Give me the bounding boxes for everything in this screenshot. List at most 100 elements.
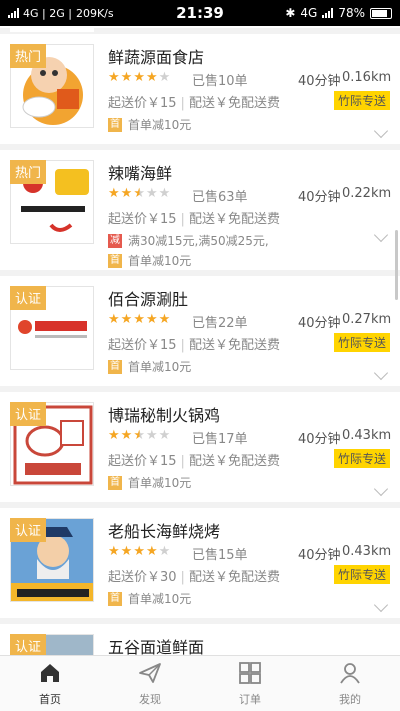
paper-plane-icon [138,661,162,691]
battery-icon [370,7,392,19]
promo-line: 首首单减10元 [108,358,191,375]
divider: | [180,212,185,227]
star-icon: ★ [120,428,134,443]
delivery-time: 40分钟 [298,432,341,447]
scrollbar[interactable] [395,230,398,300]
delivery-fee: 配送￥免配送费 [188,570,280,585]
restaurant-name[interactable]: 佰合源涮肚 [108,286,188,310]
star-icon: ★ [108,544,121,559]
restaurant-name[interactable]: 鲜蔬源面食店 [108,44,204,68]
restaurant-tag: 认证 [10,402,47,426]
promo-icon: 首 [108,117,122,132]
star-icon: ★ [108,428,121,443]
half-star-icon: ★ [133,428,146,443]
restaurant-name[interactable]: 博瑞秘制火锅鸡 [108,402,220,426]
star-empty-icon: ★ [145,186,159,201]
star-empty-icon: ★ [158,428,172,443]
star-icon: ★ [145,312,159,327]
grid-icon [238,661,262,691]
delivery-badge: 竹际专送 [333,333,390,352]
delivery-time: 40分钟 [298,548,341,563]
promo-icon: 首 [108,359,122,374]
min-order: 起送价￥30 [108,570,177,585]
star-empty-icon: ★ [158,544,172,559]
signal-icon-2 [322,8,334,18]
signal-label: 4G [300,6,318,20]
rating-stars: ★★★★★ [108,312,171,327]
restaurant-card[interactable]: 认证 老船长海鲜烧烤 ★★★★★ 已售15单 40分钟 0.43km 起送价￥30 | 配送￥免… [0,508,400,624]
tab-label: 我的 [339,692,361,706]
divider: | [180,454,185,469]
battery-text: 78% [338,6,365,20]
chevron-down-icon[interactable] [373,365,389,381]
tab-label: 发现 [139,692,161,706]
restaurant-name[interactable]: 老船长海鲜烧烤 [108,518,220,542]
chevron-down-icon[interactable] [373,597,389,613]
fee-line: 起送价￥30 | 配送￥免配送费 [108,566,280,585]
sold-count: 已售17单 [192,432,248,447]
promo-icon: 首 [108,253,122,268]
min-order: 起送价￥15 [108,212,177,227]
promo-line: 首首单减10元 [108,590,191,607]
tab-label: 订单 [239,692,261,706]
tab-3[interactable]: 我的 [300,656,400,711]
tab-1[interactable]: 发现 [100,656,200,711]
half-star-icon: ★ [133,186,146,201]
star-icon: ★ [158,312,172,327]
restaurant-card[interactable]: 热门 辣嘴海鲜 ★★★★★ 已售63单 40分钟 0.22km 起送价￥15 | 配送￥免配送费… [0,150,400,276]
distance: 0.43km [342,544,392,559]
restaurant-card[interactable]: 认证 佰合源涮肚 ★★★★★ 已售22单 40分钟 0.27km 起送价￥15 | 配送￥免配送… [0,276,400,392]
restaurant-card[interactable]: 热门 鲜蔬源面食店 ★★★★★ 已售10单 40分钟 0.16km 起送价￥15 | 配送￥免配… [0,34,400,150]
app-screen: 4G | 2G | 209K/s 21:39 ✱ 4G 78% 首首单减10元热… [0,0,400,711]
promo-text: 首单减10元 [128,118,192,132]
star-icon: ★ [108,70,121,85]
chevron-down-icon[interactable] [373,481,389,497]
promo-text: 满30减15元,满50减25元, [128,234,269,248]
delivery-time: 40分钟 [298,190,341,205]
restaurant-tag: 热门 [10,44,47,68]
promo-line: 首首单减10元 [108,116,191,133]
delivery-fee: 配送￥免配送费 [188,212,280,227]
tab-0[interactable]: 首页 [0,656,100,711]
star-icon: ★ [108,186,121,201]
delivery-time: 40分钟 [298,316,341,331]
divider: | [180,96,185,111]
tab-2[interactable]: 订单 [200,656,300,711]
rating-stars: ★★★★★ [108,186,171,201]
star-icon: ★ [120,544,134,559]
net-speed: 209K/s [75,6,114,20]
carrier-text: 4G | 2G | [23,6,72,20]
fee-line: 起送价￥15 | 配送￥免配送费 [108,92,280,111]
promo-icon: 减 [108,233,122,248]
chevron-down-icon[interactable] [373,123,389,139]
promo-text: 首单减10元 [128,592,192,606]
fee-line: 起送价￥15 | 配送￥免配送费 [108,450,280,469]
delivery-badge: 竹际专送 [333,449,390,468]
star-icon: ★ [120,186,134,201]
sold-count: 已售15单 [192,548,248,563]
rating-stars: ★★★★★ [108,428,171,443]
rating-stars: ★★★★★ [108,70,171,85]
sold-count: 已售10单 [192,74,248,89]
bluetooth-icon: ✱ [285,6,296,20]
restaurant-tag: 认证 [10,518,47,542]
home-icon [38,661,62,691]
distance: 0.43km [342,428,392,443]
star-icon: ★ [145,544,159,559]
restaurant-card[interactable]: 认证 博瑞秘制火锅鸡 ★★★★★ 已售17单 40分钟 0.43km 起送价￥15 | 配送￥免… [0,392,400,508]
signal-icon [8,8,19,18]
promo-text: 首单减10元 [128,476,192,490]
promo-line: 首首单减10元 [108,252,191,269]
restaurant-tag: 热门 [10,160,47,184]
restaurant-name[interactable]: 辣嘴海鲜 [108,160,172,184]
star-empty-icon: ★ [145,428,159,443]
promo-text: 首单减10元 [128,254,192,268]
delivery-fee: 配送￥免配送费 [188,454,280,469]
tab-label: 首页 [39,692,61,706]
promo-icon: 首 [108,591,122,606]
distance: 0.16km [342,70,392,85]
chevron-down-icon[interactable] [373,227,389,243]
star-empty-icon: ★ [158,186,172,201]
distance: 0.27km [342,312,392,327]
star-icon: ★ [108,312,121,327]
